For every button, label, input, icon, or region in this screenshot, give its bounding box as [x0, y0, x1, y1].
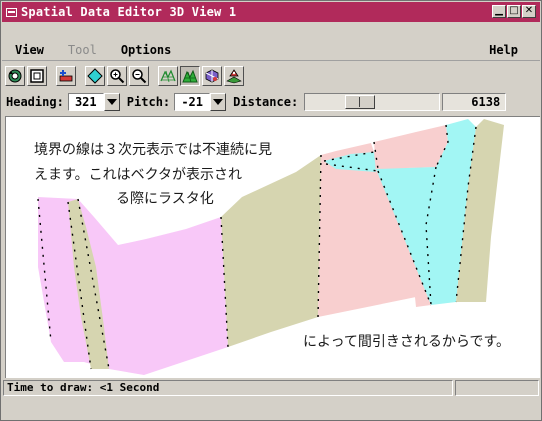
terrain-region-salmon-upper — [374, 125, 448, 169]
pitch-label: Pitch: — [126, 95, 171, 109]
distance-label: Distance: — [233, 95, 299, 109]
title-bar[interactable]: Spatial Data Editor 3D View 1 ▁ □ ✕ — [2, 2, 540, 22]
terrain-solid-icon — [182, 69, 198, 83]
window-controls: ▁ □ ✕ — [492, 5, 536, 18]
add-point-button[interactable] — [56, 66, 76, 86]
window-title: Spatial Data Editor 3D View 1 — [21, 5, 237, 19]
frame-view-button[interactable] — [27, 66, 47, 86]
annotation-line-1: 境界の線は３次元表示では不連続に見 — [34, 142, 272, 158]
spatial-editor-window: Spatial Data Editor 3D View 1 ▁ □ ✕ View… — [0, 0, 542, 421]
add-point-icon — [59, 70, 73, 82]
toolbar — [5, 65, 244, 87]
annotation-line-3: る際にラスタ化 — [116, 191, 214, 207]
menu-help[interactable]: Help — [489, 43, 518, 57]
close-button[interactable]: ✕ — [522, 5, 536, 18]
heading-combo[interactable]: 321 — [67, 93, 120, 111]
frame-view-icon — [30, 69, 44, 83]
status-aux-pane — [455, 380, 539, 396]
pitch-combo[interactable]: -21 — [174, 93, 227, 111]
pitch-value[interactable]: -21 — [174, 93, 211, 111]
terrain-wireframe-button[interactable] — [158, 66, 178, 86]
diamond-select-icon — [87, 68, 103, 84]
menu-bar: View Tool Options Help — [2, 40, 540, 61]
surface-shade-icon — [205, 69, 219, 83]
rotate-view-button[interactable] — [5, 66, 25, 86]
viewer-position-button[interactable] — [224, 66, 244, 86]
distance-slider-thumb[interactable] — [345, 95, 376, 109]
menu-view[interactable]: View — [15, 43, 44, 57]
menu-options[interactable]: Options — [121, 43, 172, 57]
zoom-in-icon — [110, 69, 125, 84]
heading-dropdown-button[interactable] — [103, 93, 120, 111]
terrain-wireframe-icon — [160, 69, 176, 83]
zoom-out-button[interactable] — [129, 66, 149, 86]
surface-shade-button[interactable] — [202, 66, 222, 86]
minimize-button[interactable]: ▁ — [492, 5, 506, 18]
diamond-select-button[interactable] — [85, 66, 105, 86]
terrain-solid-button[interactable] — [180, 66, 200, 86]
status-bar: Time to draw: <1 Second — [3, 380, 539, 398]
maximize-button[interactable]: □ — [507, 5, 521, 18]
terrain-region-pink-left — [38, 197, 228, 375]
view-controls-row: Heading: 321 Pitch: -21 Distance: 6138 — [3, 91, 539, 113]
menu-tool[interactable]: Tool — [68, 43, 97, 57]
viewer-position-icon — [226, 69, 242, 84]
window-menu-icon[interactable] — [6, 7, 17, 17]
distance-slider[interactable] — [304, 93, 441, 111]
rotate-view-icon — [8, 69, 22, 83]
3d-viewport[interactable]: 境界の線は３次元表示では不連続に見 えます。これはベクタが表示され る際にラスタ… — [5, 116, 540, 378]
zoom-out-icon — [132, 69, 147, 84]
annotation-line-2: えます。これはベクタが表示され — [34, 167, 243, 183]
heading-value[interactable]: 321 — [67, 93, 104, 111]
status-text: Time to draw: <1 Second — [3, 380, 453, 396]
pitch-dropdown-button[interactable] — [210, 93, 227, 111]
heading-label: Heading: — [6, 95, 64, 109]
annotation-line-4: によって間引きされるからです。 — [303, 334, 511, 350]
zoom-in-button[interactable] — [107, 66, 127, 86]
distance-value[interactable]: 6138 — [442, 93, 507, 111]
